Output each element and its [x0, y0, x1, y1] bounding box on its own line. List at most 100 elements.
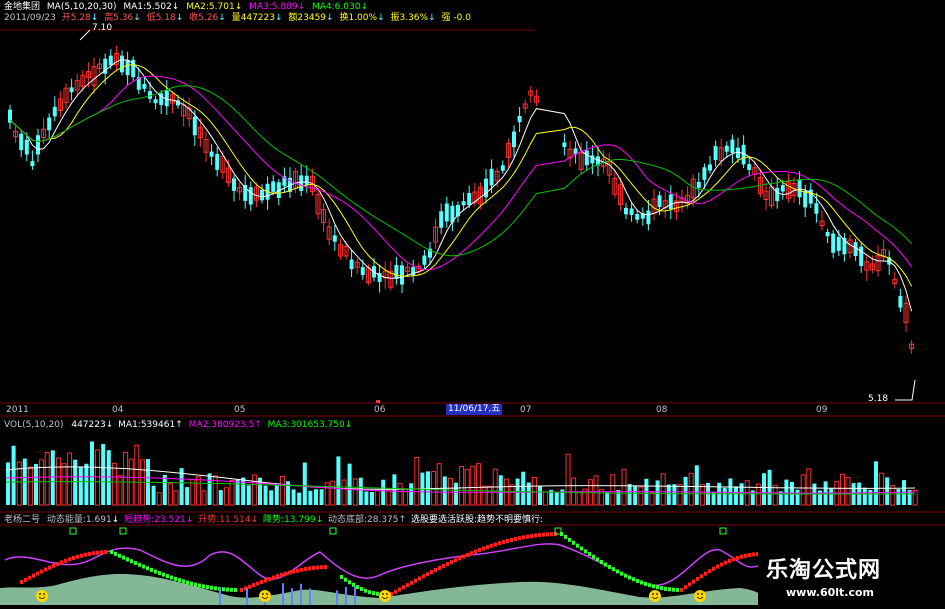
candle-down	[142, 83, 147, 89]
indicator-fall-block	[198, 583, 201, 588]
volume-bar-down	[370, 491, 374, 505]
indicator-rise-block	[68, 557, 71, 562]
volume-current: 447223	[71, 420, 106, 430]
candle-down	[708, 164, 712, 171]
volume-bar-up	[839, 473, 845, 506]
smiley-eye	[701, 593, 703, 595]
indicator-rise-block	[744, 553, 747, 558]
indicator-rise-block	[732, 557, 735, 562]
volume-bar-down	[336, 456, 341, 505]
arrow-down-icon: ↓	[297, 2, 306, 12]
indicator-fall-block	[600, 560, 603, 564]
stock-name: 金地集团	[4, 2, 41, 12]
indicator-rise-block	[284, 571, 287, 576]
volume-bar-down	[11, 445, 16, 505]
indicator-fall-block	[142, 564, 145, 569]
candle-down	[780, 185, 785, 192]
volume-bar-up	[123, 451, 129, 506]
signal-square-icon	[719, 527, 727, 535]
indicator-fall-block	[612, 567, 615, 572]
smiley-eye	[382, 593, 384, 595]
candle-down	[724, 145, 729, 152]
candle-down	[859, 246, 864, 267]
indicator-fall-block	[110, 550, 113, 554]
high-price-mark: 7.10	[92, 23, 113, 33]
candle-down	[461, 201, 466, 206]
volume-bar-down	[308, 490, 313, 505]
indicator-rise-block	[422, 574, 425, 579]
indicator-rise-block	[748, 552, 751, 557]
signal-square-icon	[119, 527, 127, 535]
volume-bar-down	[616, 490, 621, 505]
indicator-rise-block	[304, 567, 307, 572]
indicator-rise-block	[100, 550, 103, 555]
open-price: 开5.28	[61, 13, 91, 23]
volume-bar-up	[565, 453, 571, 506]
indicator-rise-block	[312, 565, 315, 570]
volume-bar-down	[655, 480, 660, 505]
candle-down	[47, 117, 52, 131]
indicator-rise-block	[498, 541, 501, 546]
indicator-rise-block	[418, 576, 421, 581]
indicator-rise-block	[700, 574, 703, 579]
indicator-rise-block	[692, 579, 695, 584]
volume-bar-down	[605, 491, 610, 505]
volume-bar-up	[621, 468, 627, 506]
indicator-rise-block	[104, 550, 107, 555]
indicator-fall-block	[596, 557, 599, 562]
indicator-rise-block	[96, 550, 99, 555]
indicator-rise-block	[712, 566, 715, 571]
indicator-rise-block	[530, 534, 533, 539]
axis-month-05: 05	[234, 405, 246, 415]
indicator-rise-block	[466, 552, 469, 557]
volume-bar-up	[386, 489, 392, 506]
indicator-rise: 升势:11.514	[198, 515, 251, 525]
indicator-fall: 降势:13.799	[263, 515, 316, 525]
candle-down	[500, 165, 505, 171]
volume-bar-up	[61, 463, 67, 506]
indicator-rise-block	[502, 540, 505, 545]
indicator-rise-block	[546, 532, 549, 537]
volume-bar-down	[722, 487, 727, 505]
volume-bar-up	[251, 474, 257, 506]
indicator-fall-block	[340, 575, 343, 579]
volume-bar-up	[677, 483, 683, 506]
indicator-rise-block	[320, 565, 323, 570]
volume-bar-up	[95, 449, 101, 506]
indicator-rise-block	[446, 562, 449, 566]
indicator-rise-block	[394, 589, 397, 594]
indicator-name: 老杨二号	[4, 515, 41, 525]
candle-down	[422, 255, 427, 265]
candle-down	[108, 55, 113, 66]
indicator-rise-block	[308, 566, 311, 571]
volume-bar-up	[279, 475, 285, 506]
indicator-rise-block	[704, 571, 707, 576]
volume-bar-down	[34, 463, 38, 505]
axis-month-07: 07	[520, 405, 532, 415]
volume-bar-up	[167, 483, 173, 506]
indicator-rise-block	[680, 588, 683, 592]
volume-bar-down	[106, 450, 111, 505]
indicator-short-trend: 短趋势:23.521	[124, 515, 186, 525]
volume-bar-down	[246, 485, 251, 505]
arrow-down-icon: ↓	[315, 515, 324, 525]
ma1-value: MA1:5.502	[123, 2, 172, 12]
volume-label: VOL(5,10,20)	[4, 420, 64, 430]
indicator-fall-block	[608, 564, 611, 569]
indicator-rise-block	[276, 574, 279, 579]
volume-bar-down	[319, 489, 324, 505]
volume-bar-up	[475, 463, 481, 506]
indicator-fall-block	[126, 557, 129, 562]
low-mark-leader	[895, 379, 916, 401]
indicator-fall-block	[158, 571, 161, 576]
volume-bar-down	[784, 479, 789, 505]
indicator-fall-block	[226, 587, 229, 592]
ma4-value: MA4:6.030	[312, 2, 361, 12]
volume-bar-up	[593, 475, 599, 506]
volume-bar-down	[554, 491, 559, 505]
stock-chart-window: 金地集团 MA(5,10,20,30) MA1:5.502↓ MA2:5.701…	[0, 0, 945, 609]
candle-down	[299, 175, 304, 191]
indicator-rise-block	[526, 534, 529, 539]
indicator-fall-block	[138, 562, 141, 567]
indicator-fall-block	[348, 580, 351, 585]
